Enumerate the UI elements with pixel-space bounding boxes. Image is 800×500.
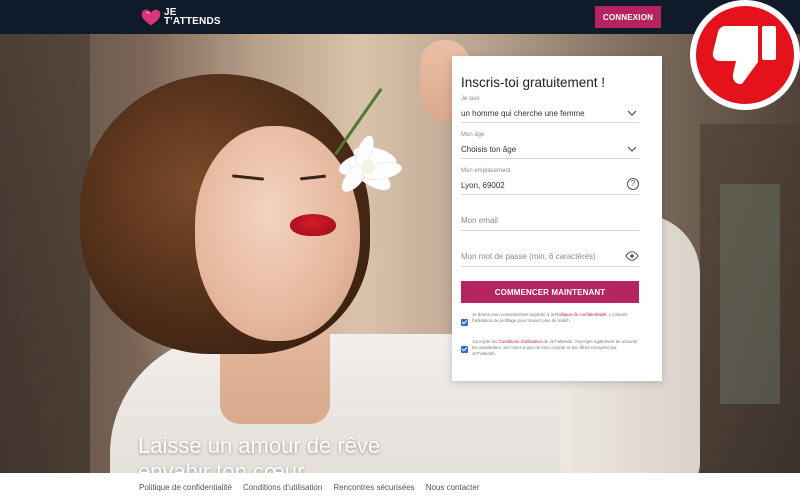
terms-link[interactable]: Conditions d'utilisation: [498, 339, 542, 344]
age-value: Choisis ton âge: [461, 145, 517, 154]
footer: Politique de confidentialité Conditions …: [0, 473, 800, 500]
login-button[interactable]: CONNEXION: [595, 6, 661, 28]
privacy-policy-link[interactable]: Politique de confidentialité: [555, 312, 606, 317]
chevron-down-icon: [627, 144, 637, 154]
location-value: Lyon, 69002: [461, 181, 505, 190]
terms-checkbox[interactable]: [461, 346, 468, 353]
signup-card: Inscris-toi gratuitement ! Je suis un ho…: [452, 56, 662, 381]
badge-circle: [696, 6, 794, 104]
terms-text-after: de JeT'attends. J'accepte également de r…: [472, 339, 638, 357]
background-window: [720, 184, 780, 404]
headline-line-2: envahir ton cœur: [138, 459, 305, 473]
hero-section: Laisse un amour de rêve envahir ton cœur: [0, 34, 800, 473]
background-shop-left: [0, 34, 90, 473]
headline-line-1: Laisse un amour de rêve: [138, 433, 381, 458]
email-field[interactable]: Mon email: [461, 204, 639, 231]
site-logo[interactable]: JE T'ATTENDS: [140, 5, 221, 29]
location-label: Mon emplacement: [461, 168, 511, 174]
heart-logo-icon: [140, 6, 162, 28]
location-input[interactable]: Mon emplacement Lyon, 69002 ?: [461, 168, 639, 195]
terms-text-before: J'accepte les: [472, 339, 498, 344]
footer-link-privacy[interactable]: Politique de confidentialité: [139, 483, 232, 492]
eye-icon[interactable]: [625, 251, 639, 261]
woman-lips: [290, 214, 336, 236]
footer-link-contact[interactable]: Nous contacter: [426, 483, 480, 492]
logo-line-2: T'ATTENDS: [164, 16, 221, 27]
hero-headline: Laisse un amour de rêve envahir ton cœur: [138, 433, 380, 473]
gender-value: un homme qui cherche une femme: [461, 109, 585, 118]
thumbs-down-icon: [712, 26, 776, 84]
footer-links: Politique de confidentialité Conditions …: [139, 483, 480, 492]
chevron-down-icon: [627, 108, 637, 118]
gender-select[interactable]: Je suis un homme qui cherche une femme: [461, 96, 639, 123]
white-flower: [320, 129, 420, 199]
email-placeholder: Mon email: [461, 216, 498, 225]
privacy-consent: Je donne mon consentement explicite à la…: [461, 312, 641, 326]
footer-link-terms[interactable]: Conditions d'utilisation: [243, 483, 322, 492]
terms-consent: J'accepte les Conditions d'utilisation d…: [461, 339, 641, 358]
footer-link-safe-dating[interactable]: Rencontres sécurisées: [333, 483, 414, 492]
terms-consent-text: J'accepte les Conditions d'utilisation d…: [472, 339, 641, 358]
privacy-text-before: Je donne mon consentement explicite à la: [472, 312, 555, 317]
start-now-button[interactable]: COMMENCER MAINTENANT: [461, 281, 639, 303]
rating-badge: [690, 0, 800, 110]
top-bar: JE T'ATTENDS CONNEXION: [0, 0, 800, 34]
signup-title: Inscris-toi gratuitement !: [461, 75, 606, 90]
age-select[interactable]: Mon âge Choisis ton âge: [461, 132, 639, 159]
privacy-checkbox[interactable]: [461, 319, 468, 326]
password-field[interactable]: Mon mot de passe (min. 6 caractères): [461, 240, 639, 267]
gender-label: Je suis: [461, 96, 480, 102]
privacy-consent-text: Je donne mon consentement explicite à la…: [472, 312, 641, 326]
password-placeholder: Mon mot de passe (min. 6 caractères): [461, 252, 596, 261]
age-label: Mon âge: [461, 132, 485, 138]
help-icon[interactable]: ?: [627, 178, 639, 190]
logo-wordmark: JE T'ATTENDS: [164, 8, 221, 27]
